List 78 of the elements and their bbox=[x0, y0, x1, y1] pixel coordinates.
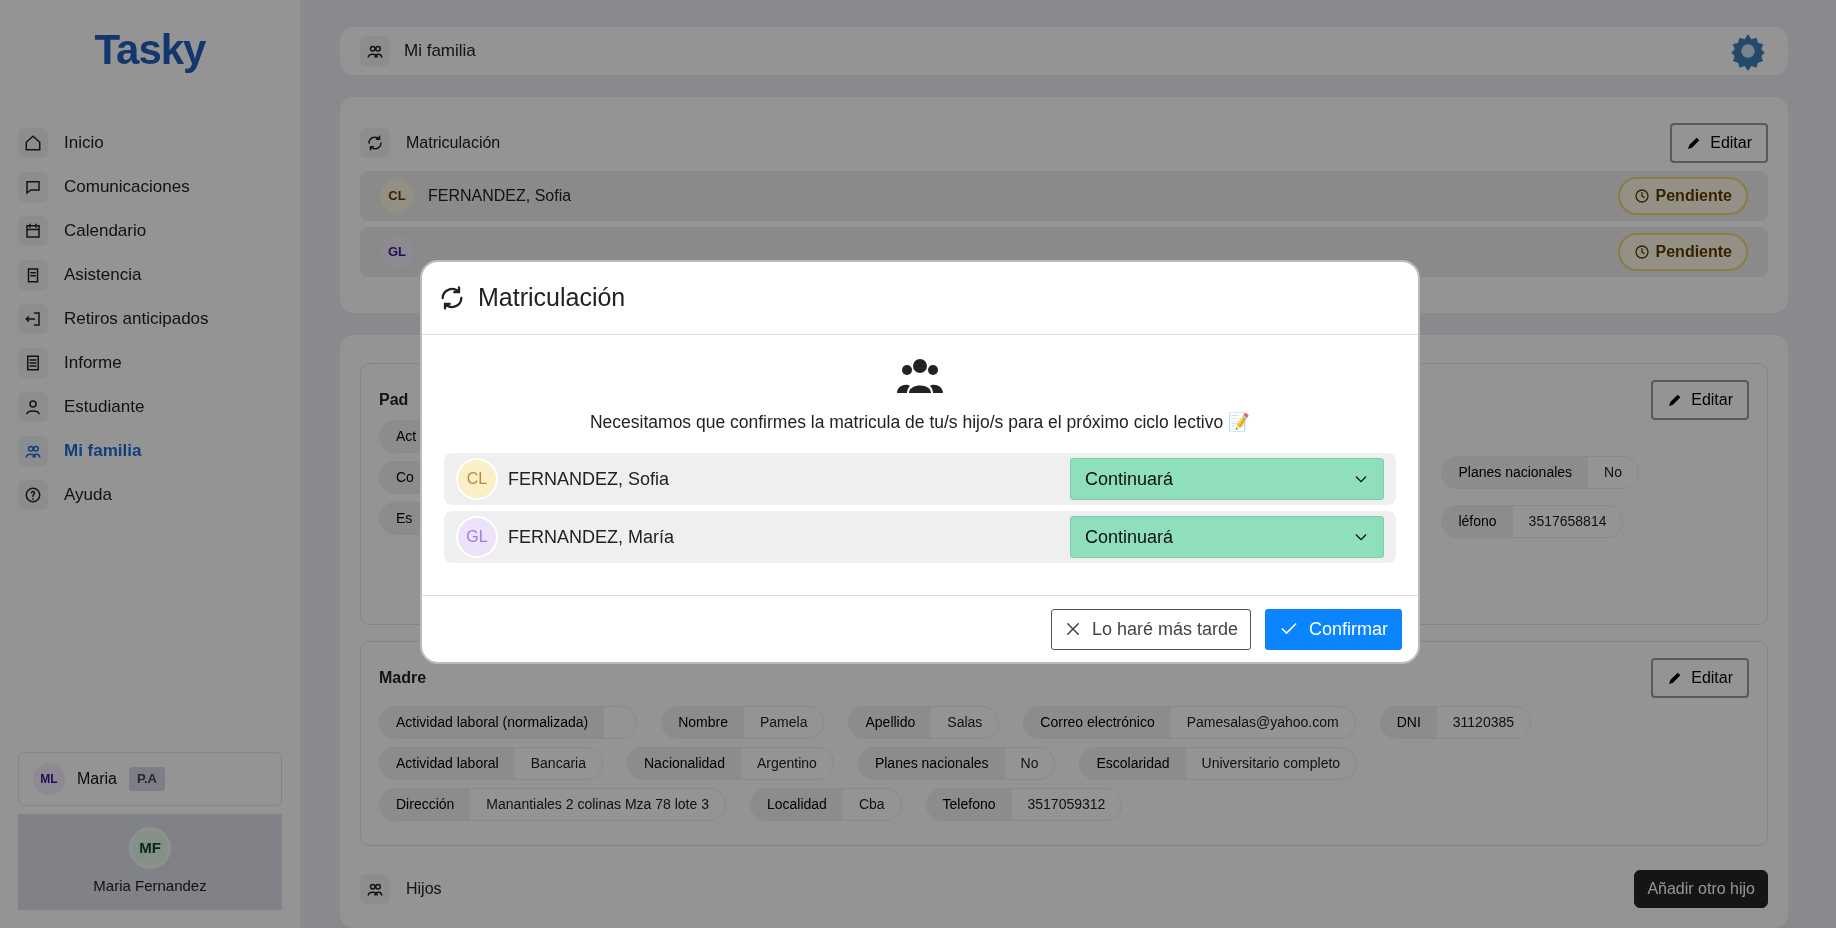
profile-name: Maria Fernandez bbox=[93, 875, 207, 896]
menu-item[interactable]: Comunicaciones bbox=[18, 165, 282, 209]
menu-item[interactable]: Mi familia bbox=[18, 429, 282, 473]
section-title: Madre bbox=[379, 668, 427, 688]
card-title: Matriculación bbox=[406, 133, 501, 153]
menu-item[interactable]: Ayuda bbox=[18, 473, 282, 517]
message-text: Necesitamos que confirmes la matricula de tu/s hijo/s para el próximo ciclo lectivo 📝 bbox=[589, 411, 1250, 434]
student-name: FERNANDEZ, Sofia bbox=[428, 186, 572, 206]
status-badge: Pendiente bbox=[1617, 233, 1748, 271]
clock-icon bbox=[1633, 244, 1650, 260]
add-child-button[interactable]: Añadir otro hijo bbox=[1634, 870, 1768, 908]
menu-item[interactable]: Asistencia bbox=[18, 253, 282, 297]
field-value: Cba bbox=[857, 795, 886, 814]
edit-button[interactable]: Editar bbox=[1651, 658, 1749, 698]
chat-bubble-icon bbox=[24, 178, 42, 196]
confirm-button[interactable]: Confirmar bbox=[1265, 608, 1402, 650]
field-value: Manantiales 2 colinas Mza 78 lote 3 bbox=[485, 795, 710, 814]
person-icon bbox=[24, 398, 42, 416]
status-badge: Pendiente bbox=[1617, 177, 1748, 215]
field-label: DNI bbox=[1380, 707, 1437, 738]
field-value: 31120385 bbox=[1451, 713, 1516, 732]
later-button[interactable]: Lo haré más tarde bbox=[1050, 608, 1251, 650]
section-title: Hijos bbox=[406, 879, 442, 899]
avatar: GL bbox=[380, 235, 414, 269]
field-value: Pamela bbox=[759, 713, 809, 732]
logo: Tasky bbox=[93, 25, 207, 75]
field-label: Correo electrónico bbox=[1024, 707, 1171, 738]
field-label: Apellido bbox=[849, 707, 932, 738]
field-label: léfono bbox=[1442, 506, 1513, 537]
field-label: Dirección bbox=[380, 789, 471, 820]
section-title: Pad bbox=[379, 390, 409, 410]
student-name: FERNANDEZ, María bbox=[508, 525, 675, 549]
field-value: Argentino bbox=[755, 754, 818, 773]
field-label: Planes nacionales bbox=[858, 748, 1005, 779]
menu-item[interactable]: Retiros anticipados bbox=[18, 297, 282, 341]
edit-button[interactable]: Editar bbox=[1651, 380, 1749, 420]
field-value: 3517059312 bbox=[1026, 795, 1107, 814]
field-label: Telefono bbox=[926, 789, 1012, 820]
student-name: FERNANDEZ, Sofia bbox=[508, 467, 670, 491]
account-card[interactable]: ML Maria P.A bbox=[18, 752, 282, 806]
refresh-icon bbox=[366, 134, 384, 152]
question-icon bbox=[24, 486, 42, 504]
field-label: Nacionalidad bbox=[628, 748, 741, 779]
menu-item[interactable]: Informe bbox=[18, 341, 282, 385]
status-select[interactable]: Continuará bbox=[1070, 516, 1384, 559]
avatar: GL bbox=[456, 516, 498, 559]
role-tag: P.A bbox=[129, 767, 165, 791]
avatar: ML bbox=[33, 763, 65, 795]
menu-item[interactable]: Estudiante bbox=[18, 385, 282, 429]
field-label: Planes nacionales bbox=[1442, 457, 1589, 488]
calendar-icon bbox=[24, 222, 42, 240]
avatar: MF bbox=[129, 826, 171, 869]
page-title: Mi familia bbox=[404, 40, 476, 63]
edit-button[interactable]: Editar bbox=[1670, 123, 1768, 163]
home-icon bbox=[24, 134, 42, 152]
avatar: CL bbox=[380, 179, 414, 213]
field-label: Actividad laboral bbox=[380, 748, 515, 779]
field-value: Universitario completo bbox=[1200, 754, 1342, 773]
field-value: No bbox=[1603, 463, 1623, 482]
profile-card[interactable]: MF Maria Fernandez bbox=[18, 814, 282, 910]
user-name: Maria bbox=[77, 769, 117, 789]
field-label: Actividad laboral (normalizada) bbox=[380, 707, 605, 738]
field-label: Escolaridad bbox=[1080, 748, 1186, 779]
field-label: Localidad bbox=[750, 789, 843, 820]
field-value: 3517658814 bbox=[1527, 512, 1608, 531]
avatar: CL bbox=[456, 458, 498, 501]
field-value: Bancaria bbox=[529, 754, 587, 773]
field-label: Nombre bbox=[662, 707, 744, 738]
field-value: No bbox=[1019, 754, 1040, 773]
field-value: Salas bbox=[946, 713, 984, 732]
menu-item[interactable]: Inicio bbox=[18, 121, 282, 165]
exit-icon bbox=[24, 310, 42, 328]
field-value: Pamesalas@yahoo.com bbox=[1185, 713, 1340, 732]
status-select[interactable]: Continuará bbox=[1070, 458, 1384, 501]
clock-icon bbox=[1633, 188, 1650, 204]
modal-title: Matriculación bbox=[478, 282, 626, 314]
menu-item[interactable]: Calendario bbox=[18, 209, 282, 253]
document-icon bbox=[24, 354, 42, 372]
